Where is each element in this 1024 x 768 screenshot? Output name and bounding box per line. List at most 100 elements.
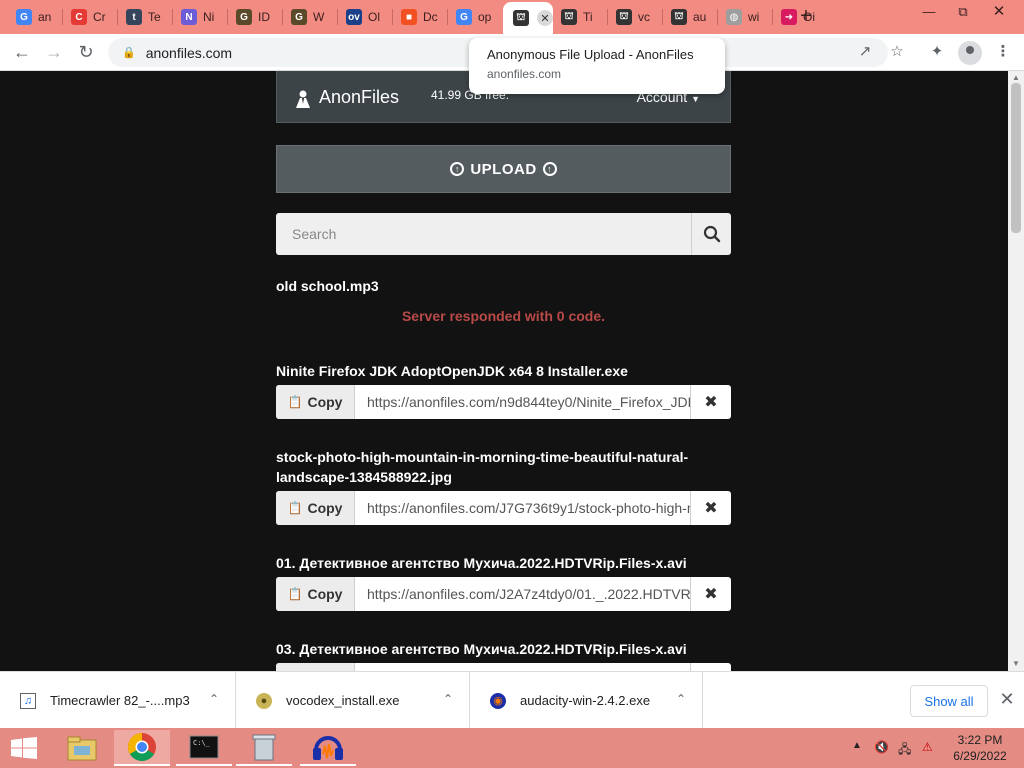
copy-button[interactable]: 📋Copy	[276, 385, 355, 419]
browser-tab[interactable]: ◍ wi	[718, 4, 773, 30]
upload-label: UPLOAD	[470, 160, 537, 178]
restore-button[interactable]: ⧉	[946, 2, 980, 24]
scroll-down-arrow-icon[interactable]: ▼	[1012, 659, 1020, 668]
taskbar-clock[interactable]: 3:22 PM 6/29/2022	[944, 732, 1016, 764]
copy-button[interactable]: 📋Copy	[276, 491, 355, 525]
browser-tab[interactable]: ⛫ Ti	[553, 4, 608, 30]
copy-button[interactable]: 📋Copy	[276, 577, 355, 611]
download-item[interactable]: ● vocodex_install.exe ⌃	[236, 672, 470, 729]
share-icon[interactable]: ↗	[854, 42, 876, 64]
download-item[interactable]: ♫ Timecrawler 82_-....mp3 ⌃	[0, 672, 236, 729]
close-tab-icon[interactable]: ✕	[537, 10, 553, 26]
file-link-field[interactable]	[355, 663, 691, 671]
browser-tab[interactable]: Gan	[8, 4, 63, 30]
file-name: 03. Детективное агентство Мухича.2022.HD…	[276, 641, 687, 657]
browser-tab[interactable]: C Cr	[63, 4, 118, 30]
download-item[interactable]: ◉ audacity-win-2.4.2.exe ⌃	[470, 672, 703, 729]
taskbar-file-explorer[interactable]	[54, 730, 110, 766]
tumblr-icon: t	[126, 9, 142, 25]
chevron-up-icon[interactable]: ⌃	[443, 692, 453, 706]
anonfiles-icon: ⛫	[561, 9, 577, 25]
menu-kebab-icon[interactable]: ⋮	[992, 42, 1014, 64]
browser-tab[interactable]: N Ni	[173, 4, 228, 30]
tooltip-url: anonfiles.com	[487, 67, 562, 81]
tooltip-title: Anonymous File Upload - AnonFiles	[487, 47, 694, 62]
remove-x-icon[interactable]: ✖	[691, 577, 731, 611]
google-icon: G	[456, 9, 472, 25]
search-button[interactable]	[691, 213, 731, 255]
browser-tab[interactable]: GW	[283, 4, 338, 30]
minimize-button[interactable]: —	[912, 2, 946, 24]
close-download-bar-icon[interactable]: ✕	[996, 688, 1018, 710]
browser-tab[interactable]: ⛫ vc	[608, 4, 663, 30]
bookmark-star-icon[interactable]: ☆	[886, 42, 908, 64]
file-name: 01. Детективное агентство Мухича.2022.HD…	[276, 555, 687, 571]
caret-down-icon: ▼	[691, 94, 700, 104]
copy-label: Copy	[307, 394, 343, 410]
browser-tab[interactable]: ⛫ ✕	[503, 2, 553, 34]
download-filename: Timecrawler 82_-....mp3	[50, 693, 190, 708]
browser-tab[interactable]: ov Ol	[338, 4, 393, 30]
chevron-up-icon[interactable]: ⌃	[676, 692, 686, 706]
tab-title: op	[478, 10, 492, 24]
scroll-up-arrow-icon[interactable]: ▲	[1012, 73, 1020, 82]
browser-tab[interactable]: G ID	[228, 4, 283, 30]
extensions-puzzle-icon[interactable]: ✦	[926, 42, 948, 64]
remove-x-icon[interactable]: ✖	[691, 491, 731, 525]
remove-x-icon[interactable]: ✖	[691, 663, 731, 671]
tab-title: Ol	[368, 10, 380, 24]
search-input[interactable]	[276, 213, 690, 255]
file-link-row: 📋Copy ✖	[276, 663, 731, 671]
clock-date: 6/29/2022	[953, 749, 1007, 763]
terminal-icon: C:\_	[189, 735, 219, 759]
anonfiles-logo-icon	[296, 90, 310, 108]
taskbar-command-prompt[interactable]: C:\_	[176, 730, 232, 766]
file-name: stock-photo-high-mountain-in-morning-tim…	[276, 449, 689, 485]
profile-avatar-icon[interactable]	[958, 41, 982, 65]
forward-arrow-icon[interactable]: →	[42, 41, 66, 65]
anonfiles-icon: ⛫	[671, 9, 687, 25]
new-tab-button[interactable]: +	[796, 6, 816, 27]
speaker-muted-icon[interactable]: 🔇	[874, 740, 889, 754]
close-window-button[interactable]: ✕	[982, 2, 1016, 24]
clipboard-icon: 📋	[287, 587, 303, 601]
tab-title: an	[38, 10, 52, 24]
show-hidden-icons-chevron-icon[interactable]: ▲	[852, 740, 862, 751]
tab-title: Dc	[423, 10, 438, 24]
browser-tab[interactable]: Gop	[448, 4, 503, 30]
site-brand-name: AnonFiles	[319, 87, 400, 107]
page-scrollbar[interactable]: ▲ ▼	[1008, 71, 1024, 671]
start-button[interactable]	[0, 728, 48, 768]
tab-strip: Gan C Cr t Te N Ni G ID G Wov Ol ■ Dc Gop ⛫ ✕ ⛫ Ti ⛫ vc ⛫ au ◍ w…	[0, 0, 1024, 34]
copy-button[interactable]: 📋Copy	[276, 663, 355, 671]
scrollbar-thumb[interactable]	[1011, 83, 1021, 233]
chevron-up-icon[interactable]: ⌃	[209, 692, 219, 706]
back-arrow-icon[interactable]: ←	[10, 41, 34, 65]
upload-button[interactable]: ↑ UPLOAD ↑	[276, 145, 731, 193]
remove-x-icon[interactable]: ✖	[691, 385, 731, 419]
browser-tab[interactable]: ■ Dc	[393, 4, 448, 30]
file-link-field[interactable]: https://anonfiles.com/n9d844tey0/Ninite_…	[355, 385, 691, 419]
download-filename: audacity-win-2.4.2.exe	[520, 693, 651, 708]
file-link-row: 📋 Copy https://anonfiles.com/n9d844tey0/N…	[276, 385, 731, 419]
browser-tab[interactable]: t Te	[118, 4, 173, 30]
file-link-field[interactable]: https://anonfiles.com/J7G736t9y1/stock-p…	[355, 491, 691, 525]
file-link-field[interactable]: https://anonfiles.com/J2A7z4tdy0/01._.20…	[355, 577, 691, 611]
search-box	[276, 213, 731, 255]
tab-title: wi	[748, 10, 760, 24]
browser-tab[interactable]: ⛫ au	[663, 4, 718, 30]
taskbar-audacity[interactable]	[300, 730, 356, 766]
show-all-downloads-button[interactable]: Show all	[910, 685, 988, 717]
site-brand[interactable]: AnonFiles	[293, 87, 399, 108]
network-icon[interactable]: 🖧	[898, 740, 911, 761]
file-link-row: 📋 Copy https://anonfiles.com/J2A7z4tdy0/0…	[276, 577, 731, 611]
reload-icon[interactable]: ↻	[74, 41, 98, 65]
taskbar-recycle-bin[interactable]	[236, 730, 292, 766]
lock-icon: 🔒	[122, 47, 136, 59]
action-center-alert-icon[interactable]: ⚠	[922, 740, 933, 754]
taskbar-chrome[interactable]	[114, 730, 170, 766]
anonfiles-icon: ⛫	[513, 10, 529, 26]
download-filename: vocodex_install.exe	[286, 693, 400, 708]
svg-text:C:\_: C:\_	[193, 739, 211, 747]
upload-circle-icon: ↑	[542, 162, 557, 176]
